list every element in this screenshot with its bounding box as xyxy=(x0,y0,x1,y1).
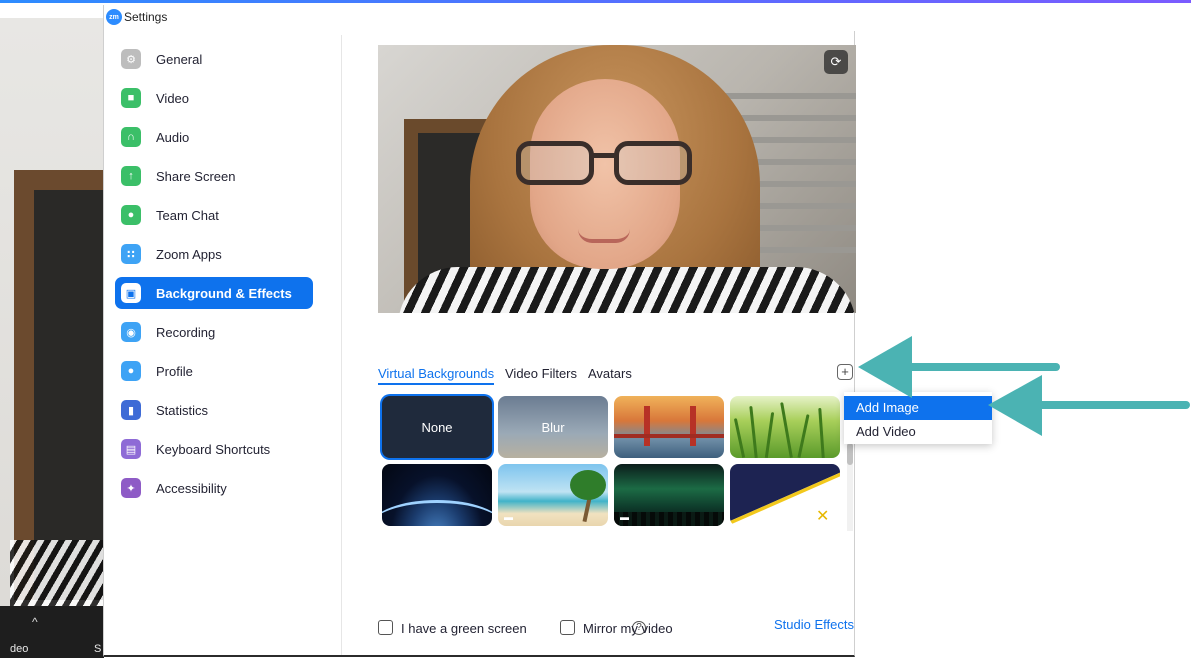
add-background-button[interactable]: + xyxy=(837,364,853,380)
active-tab-underline xyxy=(378,383,494,385)
zoom-app-icon: zm xyxy=(106,9,122,25)
grass-blade xyxy=(797,414,810,458)
preview-person-glasses xyxy=(512,141,700,187)
sidebar-item-label: Team Chat xyxy=(156,208,219,223)
sidebar-item-keyboard-shortcuts[interactable]: ▤ Keyboard Shortcuts xyxy=(115,433,313,465)
settings-sidebar: ⚙ General ■ Video ∩ Audio ↑ Share Screen… xyxy=(104,35,342,655)
video-badge-icon: ▬ xyxy=(620,512,629,522)
tab-virtual-backgrounds[interactable]: Virtual Backgrounds xyxy=(378,366,494,381)
headphones-icon: ∩ xyxy=(121,127,141,147)
camera-preview xyxy=(378,45,856,313)
sidebar-item-team-chat[interactable]: ● Team Chat xyxy=(115,199,313,231)
top-accent-line xyxy=(0,0,1191,3)
treeline xyxy=(614,512,724,526)
thumb-label: Blur xyxy=(541,419,565,435)
preview-person-smile xyxy=(578,229,630,243)
sidebar-item-zoom-apps[interactable]: ∷ Zoom Apps xyxy=(115,238,313,270)
grass-blade xyxy=(749,405,758,458)
video-badge-icon: ▬ xyxy=(504,512,513,522)
green-screen-label: I have a green screen xyxy=(401,621,527,636)
toolbar-video-label[interactable]: deo xyxy=(10,643,28,655)
toolbar-next-label[interactable]: S xyxy=(94,643,101,655)
gear-icon: ⚙ xyxy=(121,49,141,69)
glasses-lens-left xyxy=(516,141,594,185)
sidebar-item-general[interactable]: ⚙ General xyxy=(115,43,313,75)
accessibility-icon: ✦ xyxy=(121,478,141,498)
mirror-video-label: Mirror my video xyxy=(583,621,673,636)
grass-blade xyxy=(780,402,793,458)
sidebar-item-audio[interactable]: ∩ Audio xyxy=(115,121,313,153)
background-thumb-grass[interactable] xyxy=(730,396,840,458)
sidebar-item-label: Background & Effects xyxy=(156,286,292,301)
scrollbar-thumb[interactable] xyxy=(847,443,853,465)
background-thumb-golden-gate[interactable] xyxy=(614,396,724,458)
window-title: Settings xyxy=(124,10,168,24)
menu-item-add-image[interactable]: Add Image xyxy=(844,396,992,420)
rotate-camera-icon[interactable]: ⟳ xyxy=(824,50,848,74)
sidebar-item-video[interactable]: ■ Video xyxy=(115,82,313,114)
background-thumb-beach[interactable]: ▬ xyxy=(498,464,608,526)
sidebar-item-recording[interactable]: ◉ Recording xyxy=(115,316,313,348)
add-background-menu: Add Image Add Video xyxy=(844,392,992,444)
grass-blade xyxy=(764,412,775,458)
sidebar-item-label: Accessibility xyxy=(156,481,227,496)
glasses-lens-right xyxy=(614,141,692,185)
share-screen-icon: ↑ xyxy=(121,166,141,186)
sidebar-item-profile[interactable]: ● Profile xyxy=(115,355,313,387)
glasses-bridge xyxy=(592,153,616,158)
sidebar-item-share-screen[interactable]: ↑ Share Screen xyxy=(115,160,313,192)
sidebar-item-label: Audio xyxy=(156,130,190,145)
mirror-video-checkbox[interactable] xyxy=(560,620,575,635)
arrow-to-add-image xyxy=(988,375,1190,436)
background-thumb-aurora[interactable]: ▬ xyxy=(614,464,724,526)
bridge-tower xyxy=(644,406,650,446)
bar-chart-icon: ▮ xyxy=(121,400,141,420)
sidebar-item-label: Video xyxy=(156,91,190,106)
sidebar-item-label: Zoom Apps xyxy=(156,247,222,262)
record-icon: ◉ xyxy=(121,322,141,342)
thumb-label: None xyxy=(421,419,453,435)
background-door-panel xyxy=(34,190,114,600)
grass-blade xyxy=(818,407,825,458)
background-thumb-earth[interactable] xyxy=(382,464,492,526)
chat-bubble-icon: ● xyxy=(121,205,141,225)
sidebar-item-label: Share Screen xyxy=(156,169,236,184)
sidebar-item-label: Keyboard Shortcuts xyxy=(156,442,271,457)
brand-logo-icon: ✕ xyxy=(816,508,830,525)
green-screen-checkbox[interactable] xyxy=(378,620,393,635)
background-person-icon: ▣ xyxy=(121,283,141,303)
bridge-tower xyxy=(690,406,696,446)
background-thumb-brand[interactable]: ✕ xyxy=(730,464,840,526)
sidebar-item-label: Profile xyxy=(156,364,193,379)
earth-horizon-glow xyxy=(382,500,492,526)
background-thumb-none[interactable]: None xyxy=(382,396,492,458)
sidebar-item-statistics[interactable]: ▮ Statistics xyxy=(115,394,313,426)
video-camera-icon: ■ xyxy=(121,88,141,108)
sidebar-item-accessibility[interactable]: ✦ Accessibility xyxy=(115,472,313,504)
profile-person-icon: ● xyxy=(121,361,141,381)
grass-blade xyxy=(733,418,746,458)
background-thumb-blur[interactable]: Blur xyxy=(498,396,608,458)
sidebar-item-background-effects[interactable]: ▣ Background & Effects xyxy=(115,277,313,309)
preview-person-shirt xyxy=(398,267,856,313)
bridge-deck xyxy=(614,434,724,438)
title-bar: zm Settings xyxy=(104,5,856,31)
studio-effects-link[interactable]: Studio Effects xyxy=(774,617,854,632)
keyboard-icon: ▤ xyxy=(121,439,141,459)
sidebar-item-label: Recording xyxy=(156,325,216,340)
settings-window: zm Settings ⚙ General ■ Video ∩ Audio ↑ … xyxy=(103,5,856,657)
sidebar-item-label: Statistics xyxy=(156,403,209,418)
sidebar-item-label: General xyxy=(156,52,203,67)
tab-video-filters[interactable]: Video Filters xyxy=(505,366,577,381)
menu-item-add-video[interactable]: Add Video xyxy=(844,420,992,444)
arrow-to-add-button xyxy=(858,336,1060,398)
tab-avatars[interactable]: Avatars xyxy=(588,366,632,381)
chevron-up-icon[interactable]: ^ xyxy=(32,615,38,629)
apps-icon: ∷ xyxy=(121,244,141,264)
palm-leaves xyxy=(570,470,606,500)
